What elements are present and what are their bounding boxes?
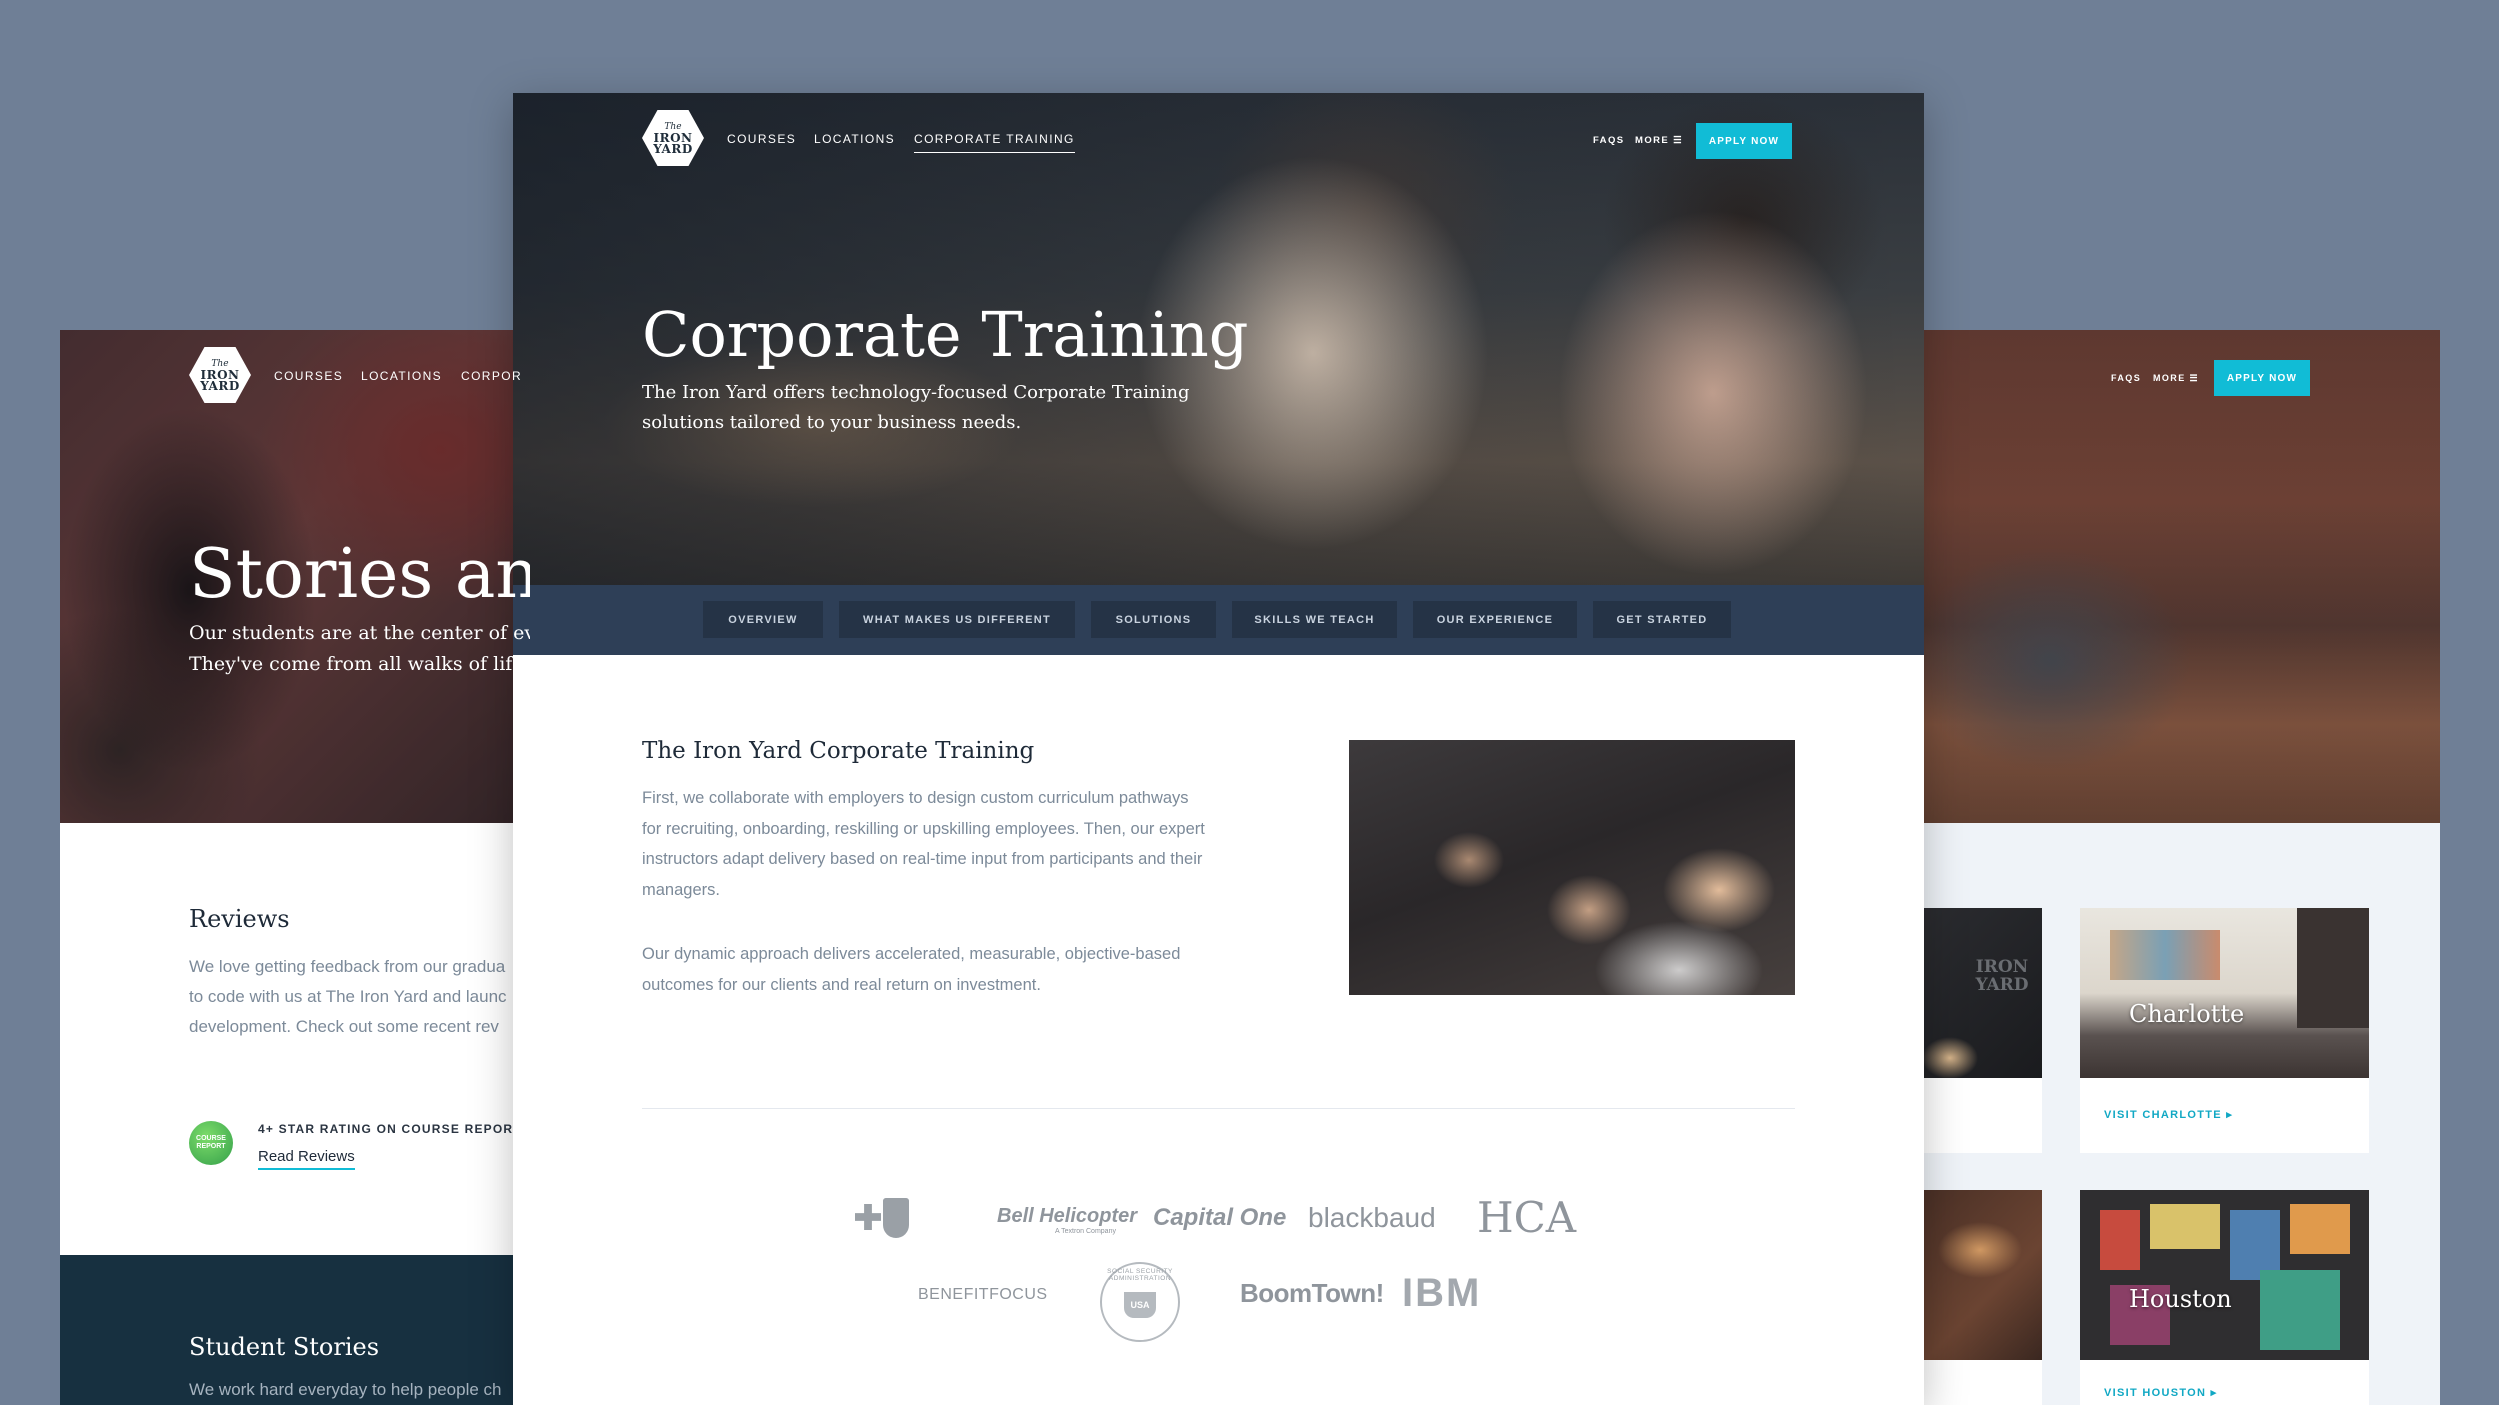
ssa-seal-text: SOCIAL SECURITY ADMINISTRATION xyxy=(1107,1268,1173,1282)
nav-more-label: MORE xyxy=(2153,373,2186,383)
course-report-badge-icon: COURSE REPORT xyxy=(189,1121,233,1165)
paragraph-line: instructors adapt delivery based on real… xyxy=(642,850,1203,868)
hero-subtitle-line: They've come from all walks of life to xyxy=(189,653,530,675)
reviews-heading: Reviews xyxy=(189,905,290,933)
student-stories-text: We work hard everyday to help people ch xyxy=(189,1380,502,1399)
intro-paragraph: First, we collaborate with employers to … xyxy=(642,783,1272,905)
approach-paragraph: Our dynamic approach delivers accelerate… xyxy=(642,939,1272,1000)
subnav-get-started[interactable]: GET STARTED xyxy=(1593,601,1731,638)
visit-charlotte-link[interactable]: VISIT CHARLOTTE ▸ xyxy=(2104,1108,2233,1121)
caret-right-icon: ▸ xyxy=(2210,1387,2218,1399)
paragraph-line: for recruiting, onboarding, reskilling o… xyxy=(642,819,1205,838)
apply-now-button[interactable]: APPLY NOW xyxy=(1696,123,1792,159)
poster xyxy=(2150,1204,2220,1249)
bell-helicopter-subtitle: A Textron Company xyxy=(1055,1228,1116,1235)
subnav-what-makes-us-different[interactable]: WHAT MAKES US DIFFERENT xyxy=(839,601,1075,638)
reviews-text-line: We love getting feedback from our gradua xyxy=(189,957,506,976)
nav-faqs[interactable]: FAQS xyxy=(2111,373,2141,383)
nav-more[interactable]: MORE ☰ xyxy=(2153,373,2199,384)
paragraph-line: managers. xyxy=(642,880,720,899)
poster xyxy=(2290,1204,2350,1254)
subnav-skills-we-teach[interactable]: SKILLS WE TEACH xyxy=(1232,601,1397,638)
blackbaud-logo: blackbaud xyxy=(1308,1202,1436,1233)
nav-locations[interactable]: LOCATIONS xyxy=(814,132,895,146)
nav-faqs[interactable]: FAQS xyxy=(1593,135,1624,146)
reviews-text-line: to code with us at The Iron Yard and lau… xyxy=(189,987,507,1006)
left-hero-image: The IRON YARD COURSES LOCATIONS CORPOR S… xyxy=(60,330,530,823)
capital-one-logo: Capital One xyxy=(1153,1204,1287,1231)
wall-art xyxy=(2110,930,2220,980)
boomtown-logo: BoomTown! xyxy=(1240,1278,1384,1308)
read-reviews-link[interactable]: Read Reviews xyxy=(258,1148,355,1170)
apply-now-button[interactable]: APPLY NOW xyxy=(2214,360,2310,396)
hero-subtitle-line: The Iron Yard offers technology-focused … xyxy=(642,382,1190,403)
iron-yard-logo[interactable]: The IRON YARD xyxy=(642,110,704,166)
divider xyxy=(642,1108,1795,1109)
location-card-charlotte[interactable]: Charlotte VISIT CHARLOTTE ▸ xyxy=(2080,908,2369,1153)
logo-text: YARD xyxy=(653,141,693,156)
nav-courses[interactable]: COURSES xyxy=(727,132,796,146)
nav-corporate-training[interactable]: CORPORATE TRAINING xyxy=(914,132,1075,153)
ibm-logo: IBM xyxy=(1402,1271,1482,1315)
location-card-image xyxy=(1920,1190,2042,1360)
student-stories-heading: Student Stories xyxy=(189,1333,380,1361)
menu-icon: ☰ xyxy=(2189,373,2199,383)
nav-more[interactable]: MORE ☰ xyxy=(1635,135,1683,146)
left-page-preview: The IRON YARD COURSES LOCATIONS CORPOR S… xyxy=(60,330,530,1405)
bcbs-logo xyxy=(855,1196,910,1246)
poster xyxy=(2100,1210,2140,1270)
right-page-preview: FAQS MORE ☰ APPLY NOW IRON YARD Charlott… xyxy=(1920,330,2440,1405)
nav-corporate[interactable]: CORPOR xyxy=(461,369,522,383)
location-card-houston[interactable]: Houston VISIT HOUSTON ▸ xyxy=(2080,1190,2369,1405)
shield-icon xyxy=(883,1198,909,1238)
reviews-text: We love getting feedback from our gradua… xyxy=(189,952,530,1042)
ssa-seal-logo: SOCIAL SECURITY ADMINISTRATION USA xyxy=(1100,1262,1180,1342)
card-city-name: Charlotte xyxy=(2129,1000,2245,1028)
benefitfocus-logo: BENEFITFOCUS xyxy=(918,1286,1048,1303)
reviews-text-line: development. Check out some recent rev xyxy=(189,1017,499,1036)
main-page-preview: The IRON YARD COURSES LOCATIONS CORPORAT… xyxy=(513,93,1924,1405)
page-title: Stories and xyxy=(189,535,530,614)
doorway xyxy=(2297,908,2369,1028)
audience-photo xyxy=(1349,740,1795,995)
subnav-our-experience[interactable]: OUR EXPERIENCE xyxy=(1413,601,1577,638)
hca-logo: HCA xyxy=(1477,1193,1577,1242)
location-card-image: IRON YARD xyxy=(1920,908,2042,1078)
hero-subtitle: The Iron Yard offers technology-focused … xyxy=(642,378,1202,438)
nav-locations[interactable]: LOCATIONS xyxy=(361,369,442,383)
hero-subtitle: Our students are at the center of ever T… xyxy=(189,618,530,680)
location-card[interactable] xyxy=(1920,1190,2042,1405)
subnav-overview[interactable]: OVERVIEW xyxy=(703,601,823,638)
paragraph-line: Our dynamic approach delivers accelerate… xyxy=(642,945,1181,963)
caret-right-icon: ▸ xyxy=(2226,1109,2234,1121)
visit-houston-link[interactable]: VISIT HOUSTON ▸ xyxy=(2104,1386,2217,1399)
hero-image: The IRON YARD COURSES LOCATIONS CORPORAT… xyxy=(513,93,1924,585)
visit-link-label: VISIT CHARLOTTE xyxy=(2104,1109,2222,1121)
iron-yard-logo[interactable]: The IRON YARD xyxy=(189,347,251,403)
paragraph-line: outcomes for our clients and real return… xyxy=(642,975,1041,994)
section-subnav: OVERVIEW WHAT MAKES US DIFFERENT SOLUTIO… xyxy=(513,585,1924,655)
page-title: Corporate Training xyxy=(642,298,1249,371)
location-card-image xyxy=(2080,1190,2369,1360)
visit-link-label: VISIT HOUSTON xyxy=(2104,1387,2207,1399)
right-hero-image: FAQS MORE ☰ APPLY NOW xyxy=(1920,330,2440,823)
menu-icon: ☰ xyxy=(1673,135,1684,146)
paragraph-line: First, we collaborate with employers to … xyxy=(642,789,1189,807)
ssa-seal-center: USA xyxy=(1124,1292,1156,1318)
location-card-image xyxy=(2080,908,2369,1078)
logo-sign: IRON YARD xyxy=(1975,957,2029,995)
hero-subtitle-line: Our students are at the center of ever xyxy=(189,622,530,644)
section-heading: The Iron Yard Corporate Training xyxy=(642,738,1035,764)
logo-text: YARD xyxy=(200,378,240,393)
poster xyxy=(2260,1270,2340,1350)
rating-label: 4+ STAR RATING ON COURSE REPORT xyxy=(258,1122,522,1136)
bell-helicopter-logo: Bell Helicopter xyxy=(997,1205,1138,1227)
hero-subtitle-line: solutions tailored to your business need… xyxy=(642,412,1022,433)
nav-more-label: MORE xyxy=(1635,135,1670,146)
cross-icon xyxy=(855,1204,881,1230)
nav-courses[interactable]: COURSES xyxy=(274,369,343,383)
location-card[interactable]: IRON YARD xyxy=(1920,908,2042,1153)
card-city-name: Houston xyxy=(2129,1285,2232,1313)
subnav-solutions[interactable]: SOLUTIONS xyxy=(1091,601,1216,638)
